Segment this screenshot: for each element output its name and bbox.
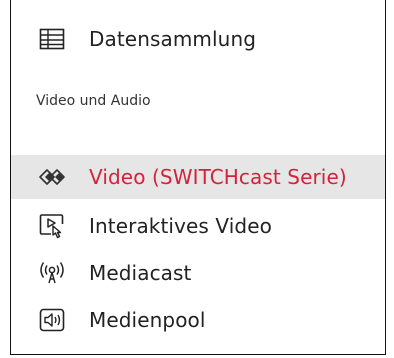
switchcast-icon	[37, 162, 67, 192]
speaker-icon	[37, 305, 67, 335]
menu-item-datensammlung[interactable]: Datensammlung	[11, 17, 385, 61]
menu-item-video-switchcast[interactable]: Video (SWITCHcast Serie)	[11, 155, 385, 199]
menu-item-interaktives-video[interactable]: Interaktives Video	[11, 204, 385, 248]
broadcast-icon	[37, 258, 67, 288]
menu-item-medienpool[interactable]: Medienpool	[11, 298, 385, 342]
interactive-video-icon	[37, 211, 67, 241]
menu-item-label: Video (SWITCHcast Serie)	[89, 165, 347, 189]
menu-item-label: Mediacast	[89, 261, 192, 285]
menu-item-label: Medienpool	[89, 308, 206, 332]
table-icon	[37, 24, 67, 54]
menu-item-label: Datensammlung	[89, 27, 257, 51]
menu-item-label: Interaktives Video	[89, 214, 272, 238]
section-header: Video und Audio	[36, 93, 151, 109]
menu-item-mediacast[interactable]: Mediacast	[11, 251, 385, 295]
dropdown-menu: Datensammlung Video und Audio Video (SWI…	[10, 0, 386, 355]
